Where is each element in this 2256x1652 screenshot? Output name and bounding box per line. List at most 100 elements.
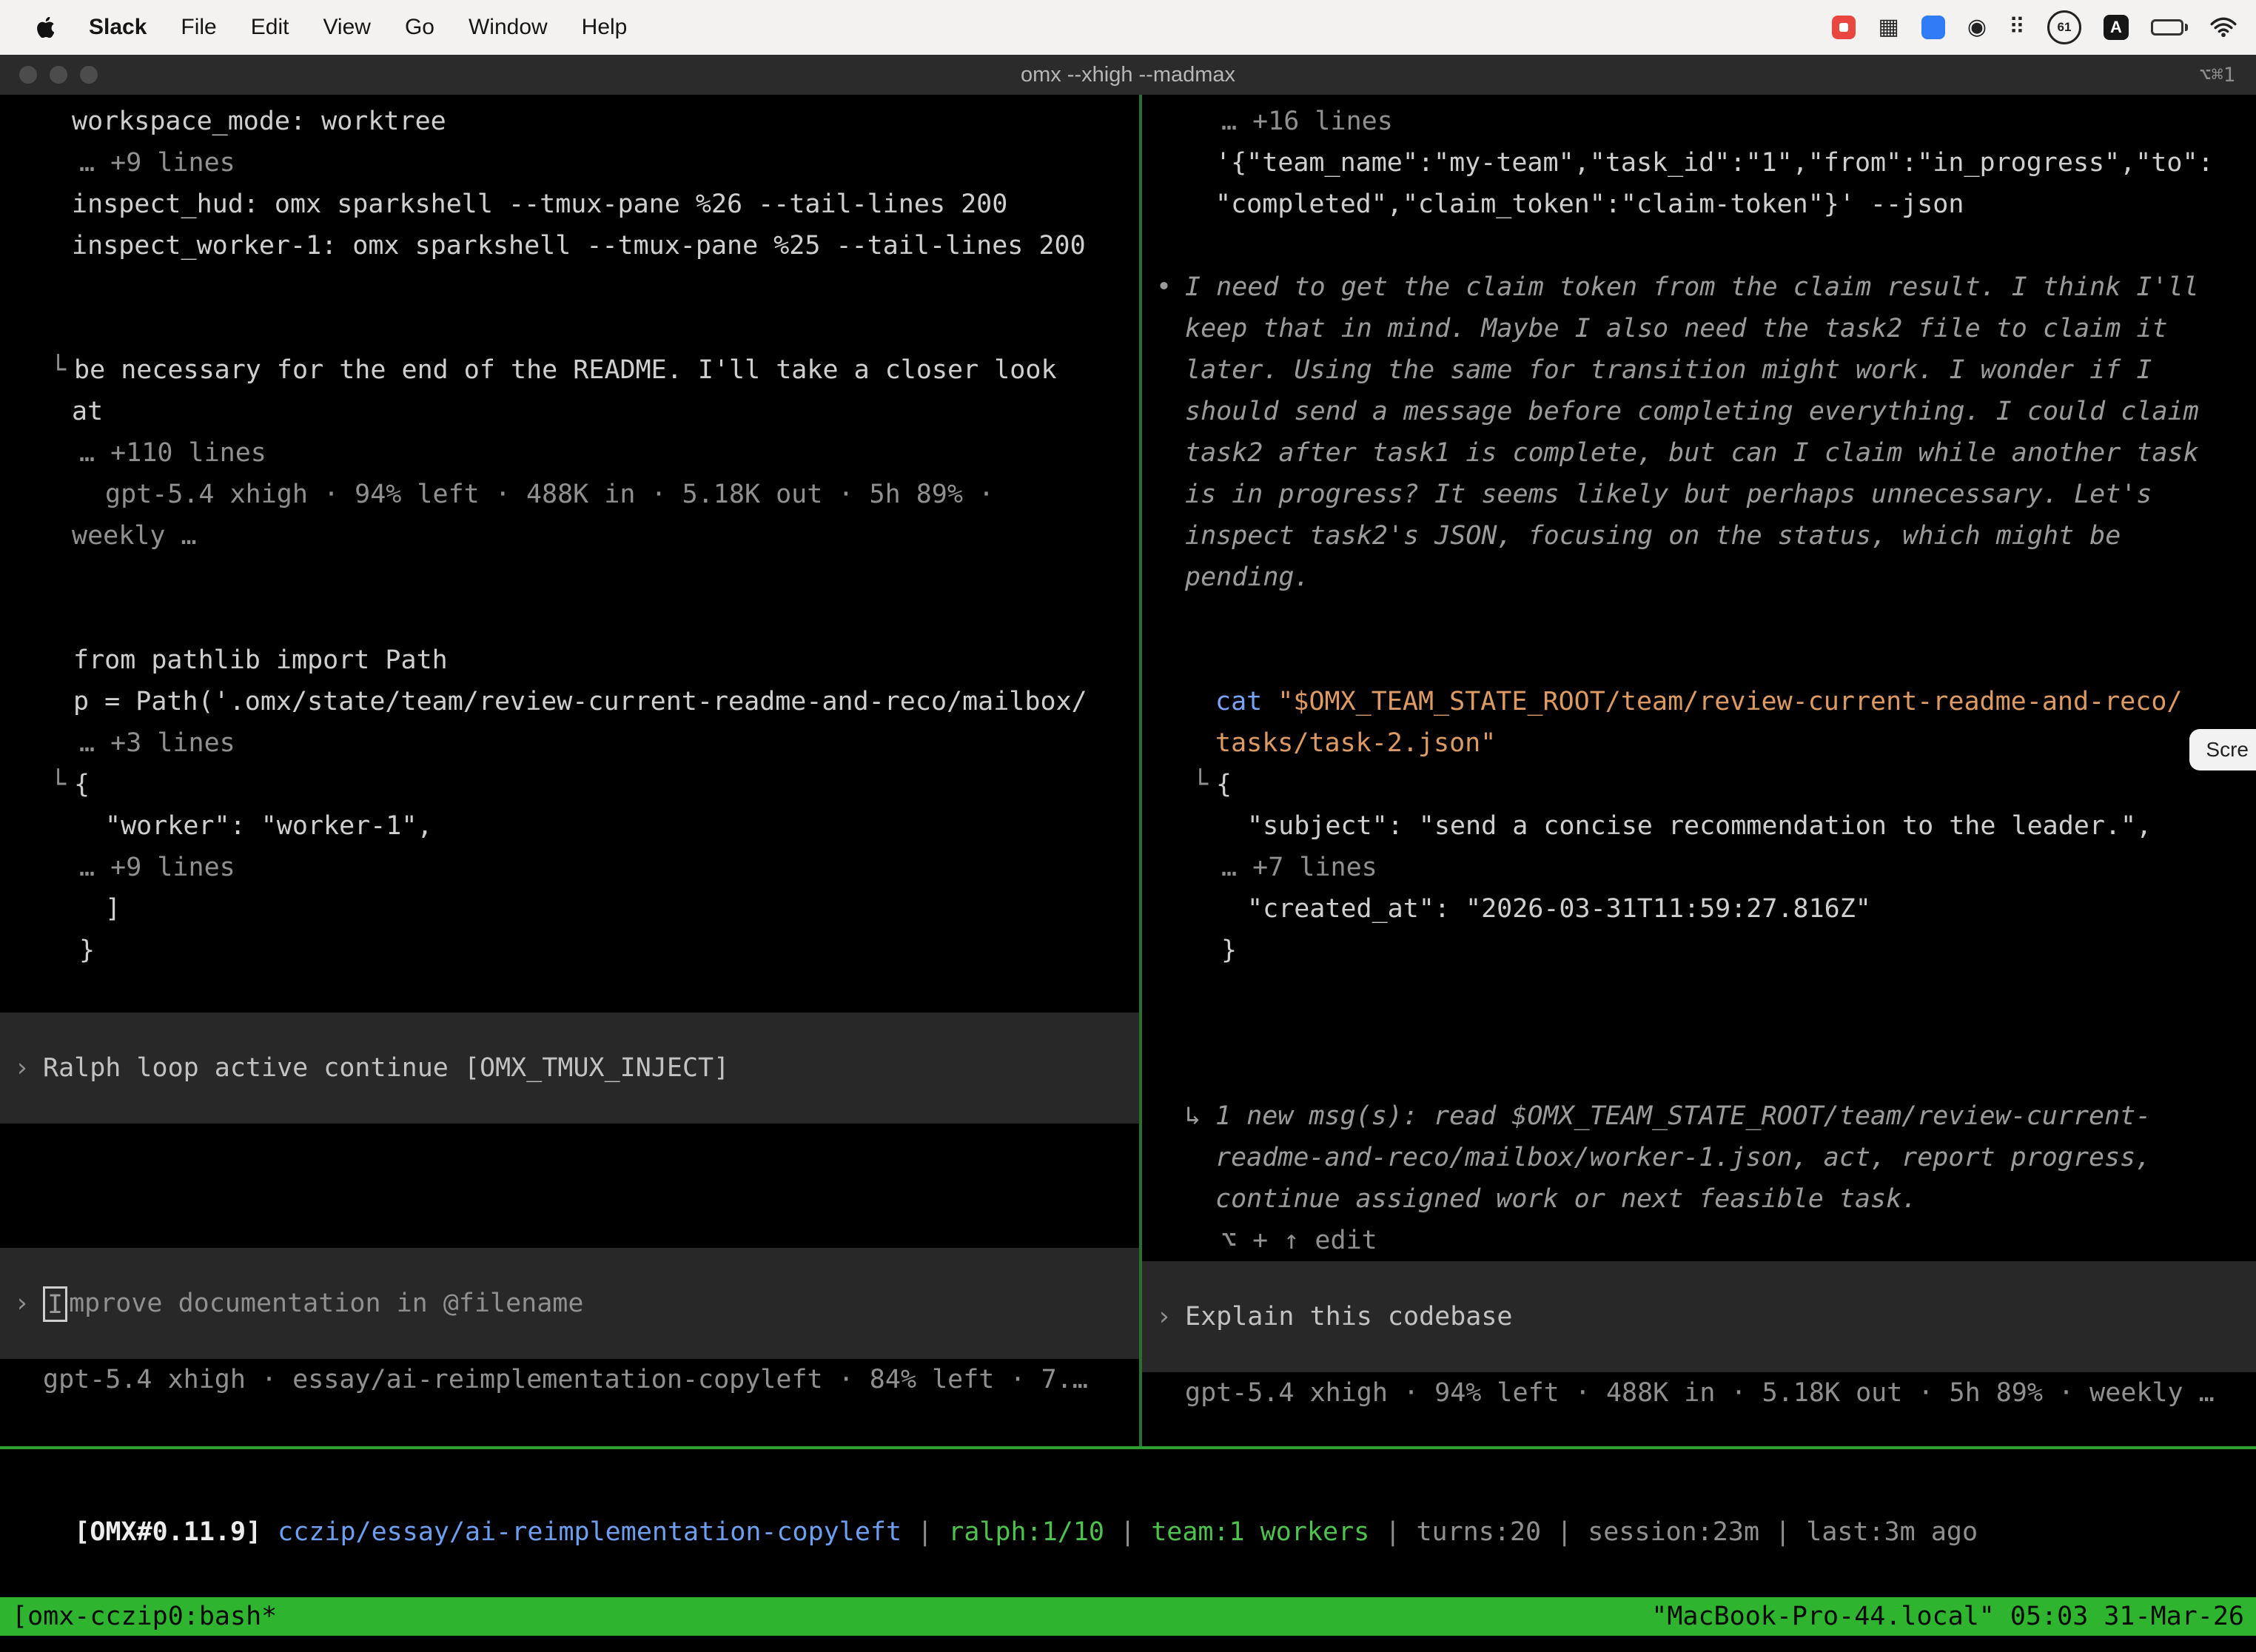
menu-app-name[interactable]: Slack (89, 15, 147, 40)
notice-ralph-loop[interactable]: ›Ralph loop active continue [OMX_TMUX_IN… (0, 1013, 1139, 1124)
json-output-line: ] (0, 888, 1139, 930)
omx-session-time: session:23m (1588, 1517, 1759, 1547)
menu-item-go[interactable]: Go (405, 15, 434, 40)
edit-hint: ⌥ + ↑ edit (1142, 1220, 2256, 1261)
keyboard-input-icon[interactable]: A (2104, 15, 2129, 40)
command-output-line: at (0, 391, 1139, 432)
chevron-icon: › (14, 1047, 43, 1089)
screenshot-notification[interactable]: Scre (2189, 729, 2256, 770)
dial-app-icon[interactable]: ◉ (1967, 16, 1987, 39)
json-output-line: "worker": "worker-1", (0, 805, 1139, 847)
chevron-icon: › (1156, 1296, 1185, 1337)
json-output-line: } (0, 930, 1139, 971)
thinking-line: pending. (1142, 557, 2256, 598)
thinking-line: should send a message before completing … (1142, 391, 2256, 432)
json-output-line: └{ (0, 764, 1139, 805)
tmux-host-clock: "MacBook-Pro-44.local" 05:03 31-Mar-26 (1651, 1597, 2244, 1636)
mailbox-message-line: ↳1 new msg(s): read $OMX_TEAM_STATE_ROOT… (1142, 1095, 2256, 1137)
model-status-line: gpt-5.4 xhigh · 94% left · 488K in · 5.1… (1142, 1372, 2256, 1414)
menu-item-help[interactable]: Help (582, 15, 628, 40)
terminal-line: inspect_worker-1: omx sparkshell --tmux-… (0, 225, 1139, 266)
omx-last-activity: last:3m ago (1806, 1517, 1978, 1547)
window-title: omx --xhigh --madmax (1021, 63, 1235, 87)
menu-bar: Slack File Edit View Go Window Help ▦ ◉ … (0, 0, 2256, 55)
json-output-line: └{ (1142, 764, 2256, 805)
omx-version: [OMX#0.11.9] (74, 1517, 261, 1547)
battery-icon[interactable] (2151, 19, 2188, 36)
prompt-placeholder: mprove documentation in @filename (69, 1289, 583, 1318)
thinking-line: inspect task2's JSON, focusing on the st… (1142, 515, 2256, 557)
zoom-button[interactable] (80, 66, 98, 84)
tmux-status-bar: [omx-cczip0:bash* "MacBook-Pro-44.local"… (0, 1597, 2256, 1636)
model-status-line: gpt-5.4 xhigh · essay/ai-reimplementatio… (0, 1359, 1139, 1400)
thinking-line: is in progress? It seems likely but perh… (1142, 474, 2256, 515)
blue-app-icon[interactable] (1921, 16, 1945, 39)
traffic-lights (19, 66, 98, 84)
corner-icon: └ (1192, 764, 1216, 805)
json-output-line: "subject": "send a concise recommendatio… (1142, 805, 2256, 847)
terminal-line: inspect_hud: omx sparkshell --tmux-pane … (0, 184, 1139, 225)
recording-indicator-icon[interactable] (1832, 16, 1856, 39)
waiting-status: •Waiting for background terminal (3m 46s… (1142, 1013, 2256, 1054)
menu-item-file[interactable]: File (181, 15, 216, 40)
chevron-icon: › (14, 1283, 43, 1324)
working-status: •Working (6m 38s • esc to interrupt) (0, 1165, 1139, 1206)
dots-grid-icon[interactable]: ⠿ (2009, 16, 2025, 39)
window-grid-icon[interactable]: ▦ (1878, 16, 1899, 39)
wifi-icon[interactable] (2210, 17, 2237, 38)
ran-command-line: •Ran tmux capture-pane -t %25 -p -S -80 (0, 308, 1139, 349)
arrow-icon: ↳ (1185, 1095, 1215, 1137)
command-output-line: └be necessary for the end of the README.… (0, 349, 1139, 391)
command-string: tasks/task-2.json" (1142, 722, 2256, 764)
corner-icon: └ (50, 349, 74, 391)
corner-icon: └ (50, 764, 74, 805)
terminal-cursor: I (43, 1286, 67, 1322)
minimize-button[interactable] (50, 66, 67, 84)
command-line: cat "$OMX_TEAM_STATE_ROOT/team/review-cu… (1142, 681, 2256, 722)
apple-menu-icon[interactable] (37, 17, 55, 38)
collapsed-lines-indicator: … +3 lines (0, 722, 1139, 764)
terminal-window: omx --xhigh --madmax ⌥⌘1 workspace_mode:… (0, 55, 2256, 1652)
terminal-pane-left[interactable]: workspace_mode: worktree … +9 lines insp… (0, 95, 1139, 1446)
code-line: from pathlib import Path (0, 639, 1139, 681)
ran-command-line: •Ran python3 - <<'PY' (0, 598, 1139, 639)
omx-turns: turns:20 (1416, 1517, 1541, 1547)
prompt-input-left[interactable]: ›Improve documentation in @filename (0, 1248, 1139, 1359)
mailbox-message-line: readme-and-reco/mailbox/worker-1.json, a… (1142, 1137, 2256, 1178)
collapsed-lines-indicator: … +9 lines (0, 142, 1139, 184)
battery-percent-icon[interactable]: 61 (2047, 10, 2081, 44)
thinking-line: keep that in mind. Maybe I also need the… (1142, 308, 2256, 349)
usage-stats-line: gpt-5.4 xhigh · 94% left · 488K in · 5.1… (0, 474, 1139, 515)
omx-team-workers: team:1 workers (1151, 1517, 1369, 1547)
collapsed-lines-indicator: … +9 lines (0, 847, 1139, 888)
ran-command-line: •Ran set -euo pipefail (1142, 639, 2256, 681)
omx-ralph-counter: ralph:1/10 (948, 1517, 1104, 1547)
menu-item-view[interactable]: View (323, 15, 370, 40)
pane-border-horizontal (0, 1446, 2256, 1449)
thinking-line: later. Using the same for transition mig… (1142, 349, 2256, 391)
thinking-line: •I need to get the claim token from the … (1142, 266, 2256, 308)
command-string: "$OMX_TEAM_STATE_ROOT/team/review-curren… (1278, 687, 2182, 716)
close-button[interactable] (19, 66, 37, 84)
collapsed-lines-indicator: … +110 lines (0, 432, 1139, 474)
json-output-line: } (1142, 930, 2256, 971)
code-line: p = Path('.omx/state/team/review-current… (0, 681, 1139, 722)
command-name: cat (1215, 687, 1278, 716)
tmux-session-name[interactable]: [omx-cczip0:bash* (12, 1597, 277, 1636)
terminal-line: workspace_mode: worktree (0, 101, 1139, 142)
suggestion-text: Explain this codebase (1185, 1302, 1513, 1332)
menu-item-window[interactable]: Window (469, 15, 548, 40)
omx-status-line: [OMX#0.11.9]cczip/essay/ai-reimplementat… (12, 1470, 1978, 1511)
bullet-icon: • (1156, 266, 1185, 308)
window-titlebar[interactable]: omx --xhigh --madmax ⌥⌘1 (0, 55, 2256, 95)
prompt-suggestion-explain[interactable]: ›Explain this codebase (1142, 1261, 2256, 1372)
terminal-pane-right[interactable]: … +16 lines '{"team_name":"my-team","tas… (1142, 95, 2256, 1446)
menu-item-edit[interactable]: Edit (251, 15, 289, 40)
notice-text: Ralph loop active continue [OMX_TMUX_INJ… (43, 1053, 729, 1083)
collapsed-lines-indicator: … +7 lines (1142, 847, 2256, 888)
window-shortcut: ⌥⌘1 (2199, 64, 2235, 87)
terminal-line: '{"team_name":"my-team","task_id":"1","f… (1142, 142, 2256, 184)
usage-stats-line: weekly … (0, 515, 1139, 557)
mailbox-message-line: continue assigned work or next feasible … (1142, 1178, 2256, 1220)
terminal-line: "completed","claim_token":"claim-token"}… (1142, 184, 2256, 225)
